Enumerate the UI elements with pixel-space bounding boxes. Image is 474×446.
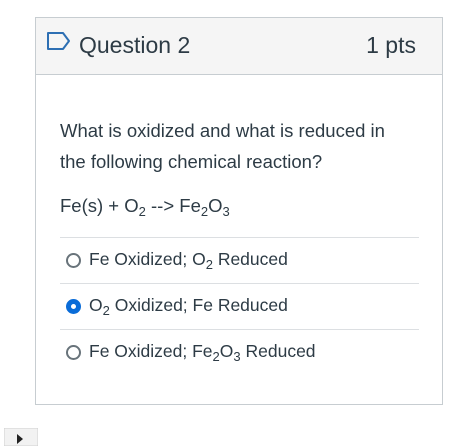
chemical-equation: Fe(s) + O2 --> Fe2O3 bbox=[60, 195, 418, 225]
answer-subscript: 2 bbox=[102, 303, 110, 318]
answer-label: Fe Oxidized; O2 Reduced bbox=[89, 249, 288, 272]
answer-text: Reduced bbox=[240, 341, 316, 361]
answer-option-2[interactable]: O2 Oxidized; Fe Reduced bbox=[60, 283, 419, 329]
answer-text: Reduced bbox=[212, 249, 288, 269]
answer-subscript: 2 bbox=[205, 257, 213, 272]
question-header: Question 2 1 pts bbox=[36, 18, 442, 75]
radio-button[interactable] bbox=[66, 345, 81, 360]
pointer-cursor-icon bbox=[4, 428, 38, 446]
equation-part: --> Fe bbox=[145, 195, 201, 216]
equation-part: Fe(s) + O bbox=[60, 195, 139, 216]
radio-button[interactable] bbox=[66, 253, 81, 268]
flag-question-icon[interactable] bbox=[46, 31, 71, 51]
answer-text: Fe Oxidized; Fe bbox=[89, 341, 213, 361]
question-card: Question 2 1 pts What is oxidized and wh… bbox=[35, 17, 443, 405]
answer-list: Fe Oxidized; O2 Reduced O2 Oxidized; Fe … bbox=[60, 237, 419, 375]
answer-text: Fe Oxidized; O bbox=[89, 249, 206, 269]
question-text: What is oxidized and what is reduced in … bbox=[60, 120, 385, 172]
answer-text: O bbox=[89, 295, 103, 315]
answer-text: O bbox=[219, 341, 234, 361]
radio-button-selected[interactable] bbox=[66, 299, 81, 314]
question-title: Question 2 bbox=[79, 32, 191, 58]
answer-subscript: 3 bbox=[233, 349, 241, 364]
equation-subscript: 2 bbox=[138, 204, 146, 219]
answer-option-3[interactable]: Fe Oxidized; Fe2O3 Reduced bbox=[60, 329, 419, 375]
answer-option-1[interactable]: Fe Oxidized; O2 Reduced bbox=[60, 237, 419, 283]
answer-label: Fe Oxidized; Fe2O3 Reduced bbox=[89, 341, 316, 364]
question-body: What is oxidized and what is reduced in … bbox=[36, 75, 442, 375]
answer-text: Oxidized; Fe Reduced bbox=[109, 295, 288, 315]
question-points: 1 pts bbox=[366, 32, 416, 58]
answer-subscript: 2 bbox=[212, 349, 220, 364]
equation-subscript: 3 bbox=[222, 204, 230, 219]
equation-part: O bbox=[208, 195, 223, 216]
answer-label: O2 Oxidized; Fe Reduced bbox=[89, 295, 288, 318]
